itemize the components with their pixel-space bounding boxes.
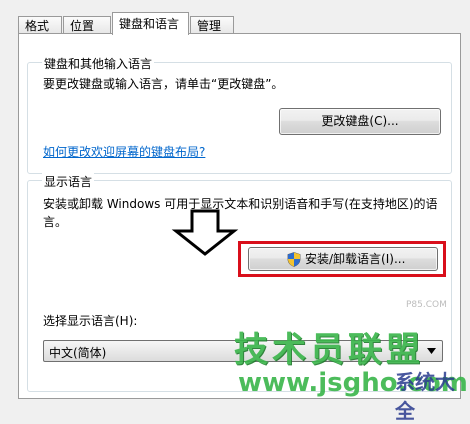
keyboard-group: 键盘和其他输入语言 要更改键盘或输入语言，请单击“更改键盘”。 更改键盘(C).… <box>27 55 452 174</box>
keyboard-description: 要更改键盘或输入语言，请单击“更改键盘”。 <box>43 77 284 91</box>
display-language-selected: 中文(简体) <box>49 346 107 360</box>
select-display-language-label: 选择显示语言(H): <box>43 314 138 328</box>
display-description-line2: 言。 <box>43 215 68 229</box>
shield-icon <box>287 252 301 267</box>
down-arrow-icon <box>171 209 239 256</box>
welcome-keyboard-layout-link[interactable]: 如何更改欢迎屏幕的键盘布局? <box>43 143 205 160</box>
watermark-corner: 系统大全 <box>395 370 455 423</box>
install-uninstall-languages-button[interactable]: 安装/卸载语言(I)... <box>248 247 438 271</box>
watermark-title: 技术员联盟 <box>234 330 424 370</box>
chevron-down-icon <box>427 348 436 354</box>
watermark-corner-small: P85.COM <box>406 300 447 310</box>
keyboard-group-title: 键盘和其他输入语言 <box>42 55 155 72</box>
change-keyboard-button[interactable]: 更改键盘(C)... <box>279 108 441 135</box>
install-button-label: 安装/卸载语言(I)... <box>305 252 406 266</box>
tab-location[interactable]: 位置 <box>63 16 111 34</box>
tab-format[interactable]: 格式 <box>18 16 62 34</box>
display-language-group-title: 显示语言 <box>42 173 95 190</box>
tab-administrative[interactable]: 管理 <box>190 16 234 34</box>
tab-keyboards-languages[interactable]: 键盘和语言 <box>112 12 189 35</box>
display-description-line1: 安装或卸载 Windows 可用于显示文本和识别语音和手写(在支持地区)的语 <box>43 197 438 211</box>
